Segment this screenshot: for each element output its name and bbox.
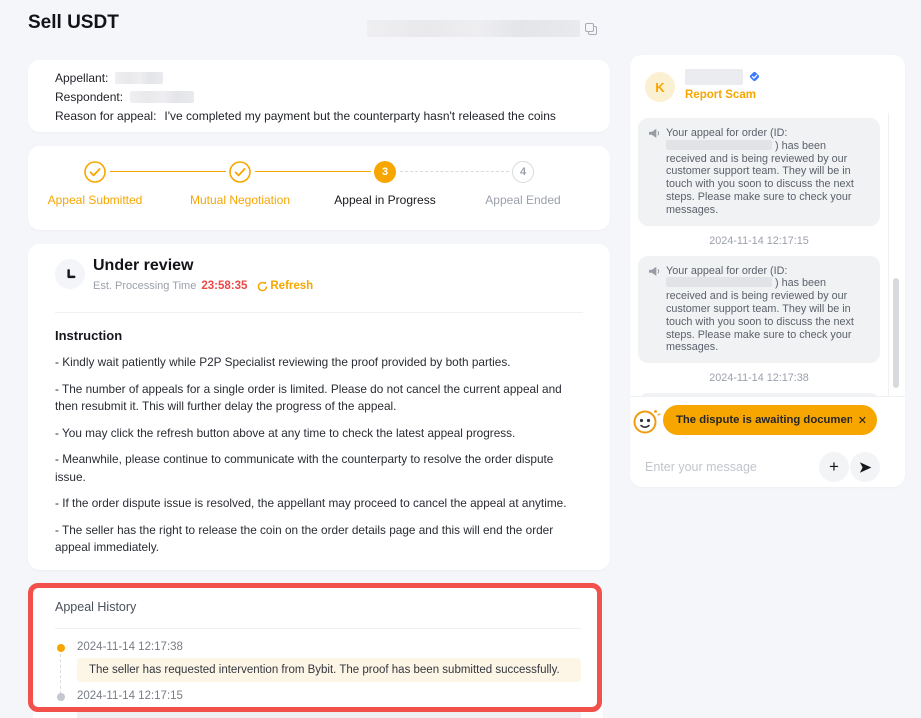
timeline-connector <box>60 654 61 694</box>
redacted-order-id <box>666 140 772 150</box>
reason-value: I've completed my payment but the counte… <box>164 109 555 123</box>
instruction-item: - If the order dispute issue is resolved… <box>55 495 587 513</box>
megaphone-icon <box>648 128 661 143</box>
step-connector <box>110 171 226 172</box>
dispute-notice-text: The dispute is awaiting document sub... <box>676 414 852 426</box>
step-connector <box>255 171 371 172</box>
copy-icon[interactable] <box>584 22 598 36</box>
plus-icon: + <box>829 457 839 477</box>
redacted-respondent <box>130 91 194 103</box>
chat-message-input[interactable] <box>645 454 815 480</box>
divider <box>55 312 583 313</box>
step-3-number: 3 <box>374 161 396 183</box>
refresh-button[interactable]: Refresh <box>257 280 313 292</box>
redacted-order-id <box>666 277 772 287</box>
instruction-item: - The number of appeals for a single ord… <box>55 381 587 416</box>
status-subline: Est. Processing Time 23:58:35 Refresh <box>93 280 313 292</box>
appeal-history-heading: Appeal History <box>55 600 136 614</box>
attach-button[interactable]: + <box>819 452 849 482</box>
megaphone-icon <box>648 266 661 281</box>
appeal-history-card: Appeal History 2024-11-14 12:17:38 The s… <box>33 588 603 718</box>
step-connector <box>400 171 509 172</box>
status-title: Under review <box>93 257 193 275</box>
appeal-page: Sell USDT Appellant: Respondent: Reason … <box>0 0 921 718</box>
chat-timestamp: 2024-11-14 12:17:15 <box>638 235 880 247</box>
chat-message-list: Your appeal for order (ID: ) has been re… <box>630 113 889 396</box>
verified-badge-icon <box>748 70 761 83</box>
order-info-card: Appellant: Respondent: Reason for appeal… <box>28 60 610 132</box>
appellant-label: Appellant: <box>55 71 108 85</box>
step-1-check-icon <box>84 161 106 183</box>
chat-message-bubble: Your appeal for order (ID: ) has been re… <box>638 118 880 226</box>
divider <box>630 396 905 397</box>
instruction-item: - You may click the refresh button above… <box>55 425 587 443</box>
instruction-item: - The seller has the right to release th… <box>55 522 587 557</box>
respondent-label: Respondent: <box>55 90 123 104</box>
history-timestamp: 2024-11-14 12:17:38 <box>77 641 183 653</box>
message-prefix: Your appeal for order (ID: <box>666 265 787 277</box>
send-icon <box>858 460 873 475</box>
refresh-label: Refresh <box>270 280 313 292</box>
instruction-item: - Kindly wait patiently while P2P Specia… <box>55 354 587 372</box>
close-icon[interactable]: ✕ <box>858 414 867 427</box>
avatar: K <box>645 72 675 102</box>
appeal-progress-stepper: 3 4 Appeal Submitted Mutual Negotiation … <box>28 146 610 230</box>
countdown-timer: 23:58:35 <box>201 280 247 292</box>
instruction-heading: Instruction <box>55 328 122 343</box>
redacted-counterparty-name <box>685 69 743 85</box>
redacted-order-id <box>367 20 580 37</box>
history-message: The seller has requested intervention fr… <box>77 658 581 682</box>
history-timestamp: 2024-11-14 12:17:15 <box>77 690 183 702</box>
message-suffix: ) has been received and is being reviewe… <box>666 277 854 353</box>
support-bot-icon[interactable] <box>631 406 661 436</box>
step-4-number: 4 <box>512 161 534 183</box>
instruction-item: - Meanwhile, please continue to communic… <box>55 451 587 486</box>
page-title: Sell USDT <box>28 12 119 34</box>
step-2-check-icon <box>229 161 251 183</box>
reason-row: Reason for appeal: I've completed my pay… <box>55 107 583 125</box>
chat-panel: K Report Scam Your appeal for order (ID:… <box>630 55 905 487</box>
divider <box>55 628 581 629</box>
step-label-appeal-in-progress: Appeal in Progress <box>325 192 445 208</box>
refresh-icon <box>257 281 268 292</box>
clock-icon <box>55 259 85 289</box>
report-scam-button[interactable]: Report Scam <box>685 89 756 101</box>
send-button[interactable] <box>850 452 880 482</box>
appellant-row: Appellant: <box>55 69 583 87</box>
step-label-mutual-negotiation: Mutual Negotiation <box>180 192 300 208</box>
chat-timestamp: 2024-11-14 12:17:38 <box>638 372 880 384</box>
chat-message-bubble: Your appeal for order (ID: ) has been re… <box>638 256 880 364</box>
chat-scrollbar-thumb[interactable] <box>893 278 899 388</box>
timeline-dot-past <box>57 693 65 701</box>
est-processing-label: Est. Processing Time <box>93 280 196 292</box>
dispute-notice-banner[interactable]: The dispute is awaiting document sub... … <box>663 405 877 435</box>
status-card: Under review Est. Processing Time 23:58:… <box>28 244 610 570</box>
instruction-list: - Kindly wait patiently while P2P Specia… <box>55 354 587 566</box>
message-prefix: Your appeal for order (ID: <box>666 127 787 139</box>
step-label-appeal-ended: Appeal Ended <box>463 192 583 208</box>
redacted-appellant <box>115 72 163 84</box>
message-suffix: ) has been received and is being reviewe… <box>666 140 854 216</box>
timeline-dot-active <box>57 644 65 652</box>
reason-label: Reason for appeal: <box>55 109 156 123</box>
respondent-row: Respondent: <box>55 88 583 106</box>
step-label-appeal-submitted: Appeal Submitted <box>35 192 155 208</box>
history-message-clipped <box>77 707 581 718</box>
